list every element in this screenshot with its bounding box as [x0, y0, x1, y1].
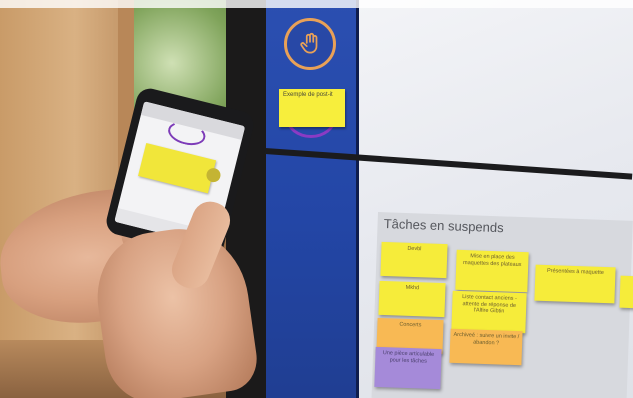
photo-scene: Exemple de post-it Tâches en suspends De…	[0, 0, 633, 398]
postit-note[interactable]: Devbl	[380, 241, 448, 279]
postit-note[interactable]: Une pièce articulable pour les tâches	[374, 346, 442, 390]
postit-note[interactable]: Archiveé : suivre un invite / abandon ?	[449, 328, 523, 366]
postit-note-partial[interactable]	[619, 275, 633, 309]
hand-tool-button[interactable]	[284, 18, 336, 70]
postit-note[interactable]: Mkhd	[378, 280, 446, 318]
postit-note[interactable]: Liste contact anciens - attente de répon…	[451, 290, 527, 334]
hand-icon	[300, 32, 318, 54]
phone-postit[interactable]	[138, 142, 217, 194]
postit-note[interactable]: Présentées à maquette	[534, 264, 616, 304]
sample-postit-label: Exemple de post-it	[283, 92, 333, 98]
sample-postit-tool[interactable]: Exemple de post-it	[279, 89, 345, 127]
postit-note[interactable]: Mise en place des maquettes des plateaux	[455, 249, 529, 293]
top-edge	[0, 0, 633, 8]
